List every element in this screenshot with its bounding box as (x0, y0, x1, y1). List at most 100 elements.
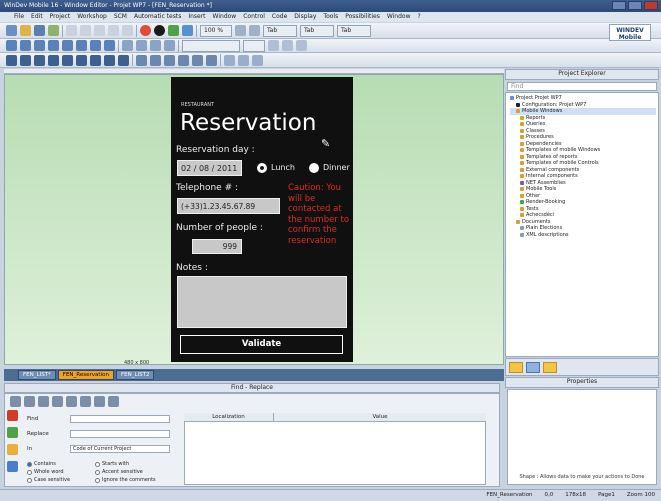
clear-icon[interactable] (94, 396, 105, 407)
center-vertical-icon[interactable] (104, 54, 115, 66)
magnetism-icon[interactable] (252, 54, 263, 66)
menu-window-2[interactable]: Window (387, 13, 411, 21)
save-icon[interactable] (34, 25, 45, 36)
space-icon[interactable] (224, 54, 235, 66)
group-icon[interactable] (164, 54, 175, 66)
align-bottom-icon[interactable] (48, 54, 59, 66)
find-icon[interactable] (24, 396, 35, 407)
replace-input[interactable] (70, 430, 170, 438)
menu-automatic-tests[interactable]: Automatic tests (134, 13, 181, 21)
option-contains[interactable]: Contains (27, 461, 56, 467)
analysis-tab-icon[interactable] (526, 362, 540, 373)
radio-control-icon[interactable] (104, 40, 115, 51)
previous-icon[interactable] (66, 396, 77, 407)
zoom-select[interactable]: 100 % (200, 24, 232, 37)
option-case-sensitive[interactable]: Case sensitive (27, 477, 70, 483)
send-back-icon[interactable] (206, 54, 217, 66)
menu-window[interactable]: Window (213, 13, 237, 21)
combo-control-icon[interactable] (76, 40, 87, 51)
tab-button-c[interactable]: Tab (337, 24, 371, 37)
warnings-icon[interactable] (7, 444, 18, 455)
info-icon[interactable] (7, 461, 18, 472)
project-icon[interactable] (48, 25, 59, 36)
control-icon[interactable] (6, 40, 17, 51)
looper-control-icon[interactable] (136, 40, 147, 51)
same-width-icon[interactable] (62, 54, 73, 66)
align-right-icon[interactable] (20, 54, 31, 66)
bring-front-icon[interactable] (192, 54, 203, 66)
paste-icon[interactable] (94, 25, 105, 36)
options-icon[interactable] (108, 396, 119, 407)
button-control-icon[interactable] (34, 40, 45, 51)
menu-edit[interactable]: Edit (31, 13, 43, 21)
results-table[interactable] (184, 413, 486, 485)
undo-icon[interactable] (108, 25, 119, 36)
minimize-button[interactable] (612, 1, 626, 10)
replace-icon[interactable] (38, 396, 49, 407)
font-select[interactable] (182, 39, 240, 52)
edit-control-icon[interactable] (20, 40, 31, 51)
record-icon[interactable] (154, 25, 165, 36)
project-search-input[interactable]: Find (507, 82, 657, 91)
menu-file[interactable]: File (14, 13, 24, 21)
menu-code[interactable]: Code (272, 13, 287, 21)
col-value[interactable]: Value (274, 413, 486, 421)
bold-icon[interactable] (268, 40, 279, 51)
maximize-button[interactable] (628, 1, 642, 10)
day-field[interactable]: 02 / 08 / 2011 (177, 160, 242, 176)
tab-control-icon[interactable] (164, 40, 175, 51)
anchor-icon[interactable] (136, 54, 147, 66)
same-height-icon[interactable] (76, 54, 87, 66)
errors-icon[interactable] (7, 410, 18, 421)
find-input[interactable] (70, 415, 170, 423)
copy-icon[interactable] (80, 25, 91, 36)
align-left-icon[interactable] (6, 54, 17, 66)
home-icon[interactable] (10, 396, 21, 407)
doc-tab-fen-list2[interactable]: FEN_LIST2 (115, 370, 155, 380)
menu-control[interactable]: Control (243, 13, 265, 21)
center-horizontal-icon[interactable] (90, 54, 101, 66)
dinner-radio[interactable] (309, 163, 319, 173)
scope-select[interactable]: Code of Current Project (70, 445, 170, 453)
new-icon[interactable] (6, 25, 17, 36)
doc-tab-fen-reservation[interactable]: FEN_Reservation (57, 370, 114, 380)
open-icon[interactable] (20, 25, 31, 36)
test-icon[interactable] (182, 25, 193, 36)
option-whole-word[interactable]: Whole word (27, 469, 64, 475)
font-size-select[interactable] (243, 39, 265, 52)
option-accent-sensitive[interactable]: Accent sensitive (95, 469, 143, 475)
phone-field[interactable]: (+33)1.23.45.67.89 (177, 198, 280, 214)
option-starts-with[interactable]: Starts with (95, 461, 129, 467)
align-icon[interactable] (249, 25, 260, 36)
align-top-icon[interactable] (34, 54, 45, 66)
menu-scm[interactable]: SCM (114, 13, 127, 21)
menu-tools[interactable]: Tools (323, 13, 338, 21)
grid-icon[interactable] (235, 25, 246, 36)
menu-insert[interactable]: Insert (188, 13, 205, 21)
underline-icon[interactable] (296, 40, 307, 51)
menu-workshop[interactable]: Workshop (77, 13, 107, 21)
notes-field[interactable] (177, 276, 347, 328)
menu-project[interactable]: Project (50, 13, 71, 21)
tab-button-b[interactable]: Tab (300, 24, 334, 37)
table-control-icon[interactable] (122, 40, 133, 51)
check-control-icon[interactable] (90, 40, 101, 51)
next-icon[interactable] (80, 396, 91, 407)
menu-help[interactable]: ? (418, 13, 421, 21)
menu-display[interactable]: Display (294, 13, 316, 21)
col-localization[interactable]: Localization (184, 413, 274, 421)
people-field[interactable]: 999 (192, 239, 242, 254)
image-control-icon[interactable] (48, 40, 59, 51)
lunch-radio[interactable] (257, 163, 267, 173)
cut-icon[interactable] (66, 25, 77, 36)
menu-possibilities[interactable]: Possibilities (345, 13, 380, 21)
option-ignore-comments[interactable]: Ignore the comments (95, 477, 156, 483)
catalog-tab-icon[interactable] (543, 362, 557, 373)
distribute-icon[interactable] (118, 54, 129, 66)
validate-button[interactable]: Validate (180, 335, 343, 354)
find-all-icon[interactable] (52, 396, 63, 407)
tree-item[interactable]: XML descriptions (510, 232, 656, 239)
chart-control-icon[interactable] (150, 40, 161, 51)
doc-tab-fen-list[interactable]: FEN_LIST* (18, 370, 56, 380)
stop-icon[interactable] (140, 25, 151, 36)
